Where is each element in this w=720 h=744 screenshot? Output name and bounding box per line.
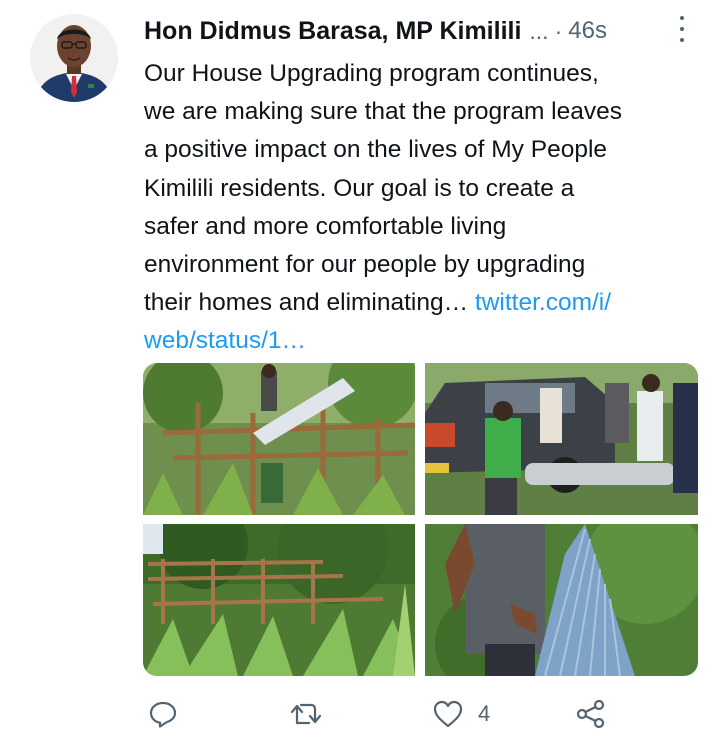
name-truncation: ... — [529, 17, 549, 44]
share-icon — [576, 699, 606, 729]
photo-roof-construction[interactable] — [143, 363, 415, 515]
more-options-icon[interactable] — [674, 16, 690, 42]
tweet-header: Hon Didmus Barasa, MP Kimilili ... · 46s — [144, 14, 696, 48]
tweet-text-line: safer and more comfortable living — [144, 212, 507, 240]
tweet[interactable]: Hon Didmus Barasa, MP Kimilili ... · 46s… — [0, 0, 720, 744]
action-bar: 4 — [0, 692, 720, 736]
status-link-continued[interactable]: web/status/1… — [144, 327, 306, 354]
like-icon — [432, 699, 464, 729]
photo-house-frame-in-maize-field[interactable] — [143, 524, 415, 676]
author-name[interactable]: Hon Didmus Barasa, MP Kimilili — [144, 17, 521, 46]
like-count: 4 — [478, 701, 491, 726]
reply-button[interactable] — [148, 692, 178, 736]
tweet-text-line: a positive impact on the lives of My Peo… — [144, 136, 608, 164]
photo-man-holding-iron-sheet[interactable] — [425, 524, 698, 676]
share-button[interactable] — [576, 692, 606, 736]
separator-dot: · — [554, 17, 563, 44]
tweet-text-line: Our House Upgrading program continues, — [144, 60, 599, 87]
author-avatar[interactable] — [30, 14, 118, 102]
photo-unloading-iron-sheets[interactable] — [425, 363, 698, 515]
tweet-text-line: we are making sure that the program leav… — [144, 98, 622, 126]
tweet-text-line: their homes and eliminating… — [144, 289, 475, 317]
tweet-text: Our House Upgrading program continues, w… — [144, 55, 704, 361]
like-button[interactable]: 4 — [432, 692, 490, 736]
media-grid — [143, 363, 698, 676]
retweet-icon — [289, 699, 323, 729]
status-link[interactable]: twitter.com/i/ — [475, 289, 611, 316]
retweet-button[interactable] — [289, 692, 323, 736]
tweet-text-line: Kimilili residents. Our goal is to creat… — [144, 174, 575, 202]
tweet-text-line: environment for our people by upgrading — [144, 251, 586, 279]
reply-icon — [148, 699, 178, 729]
tweet-timestamp[interactable]: 46s — [568, 17, 607, 45]
